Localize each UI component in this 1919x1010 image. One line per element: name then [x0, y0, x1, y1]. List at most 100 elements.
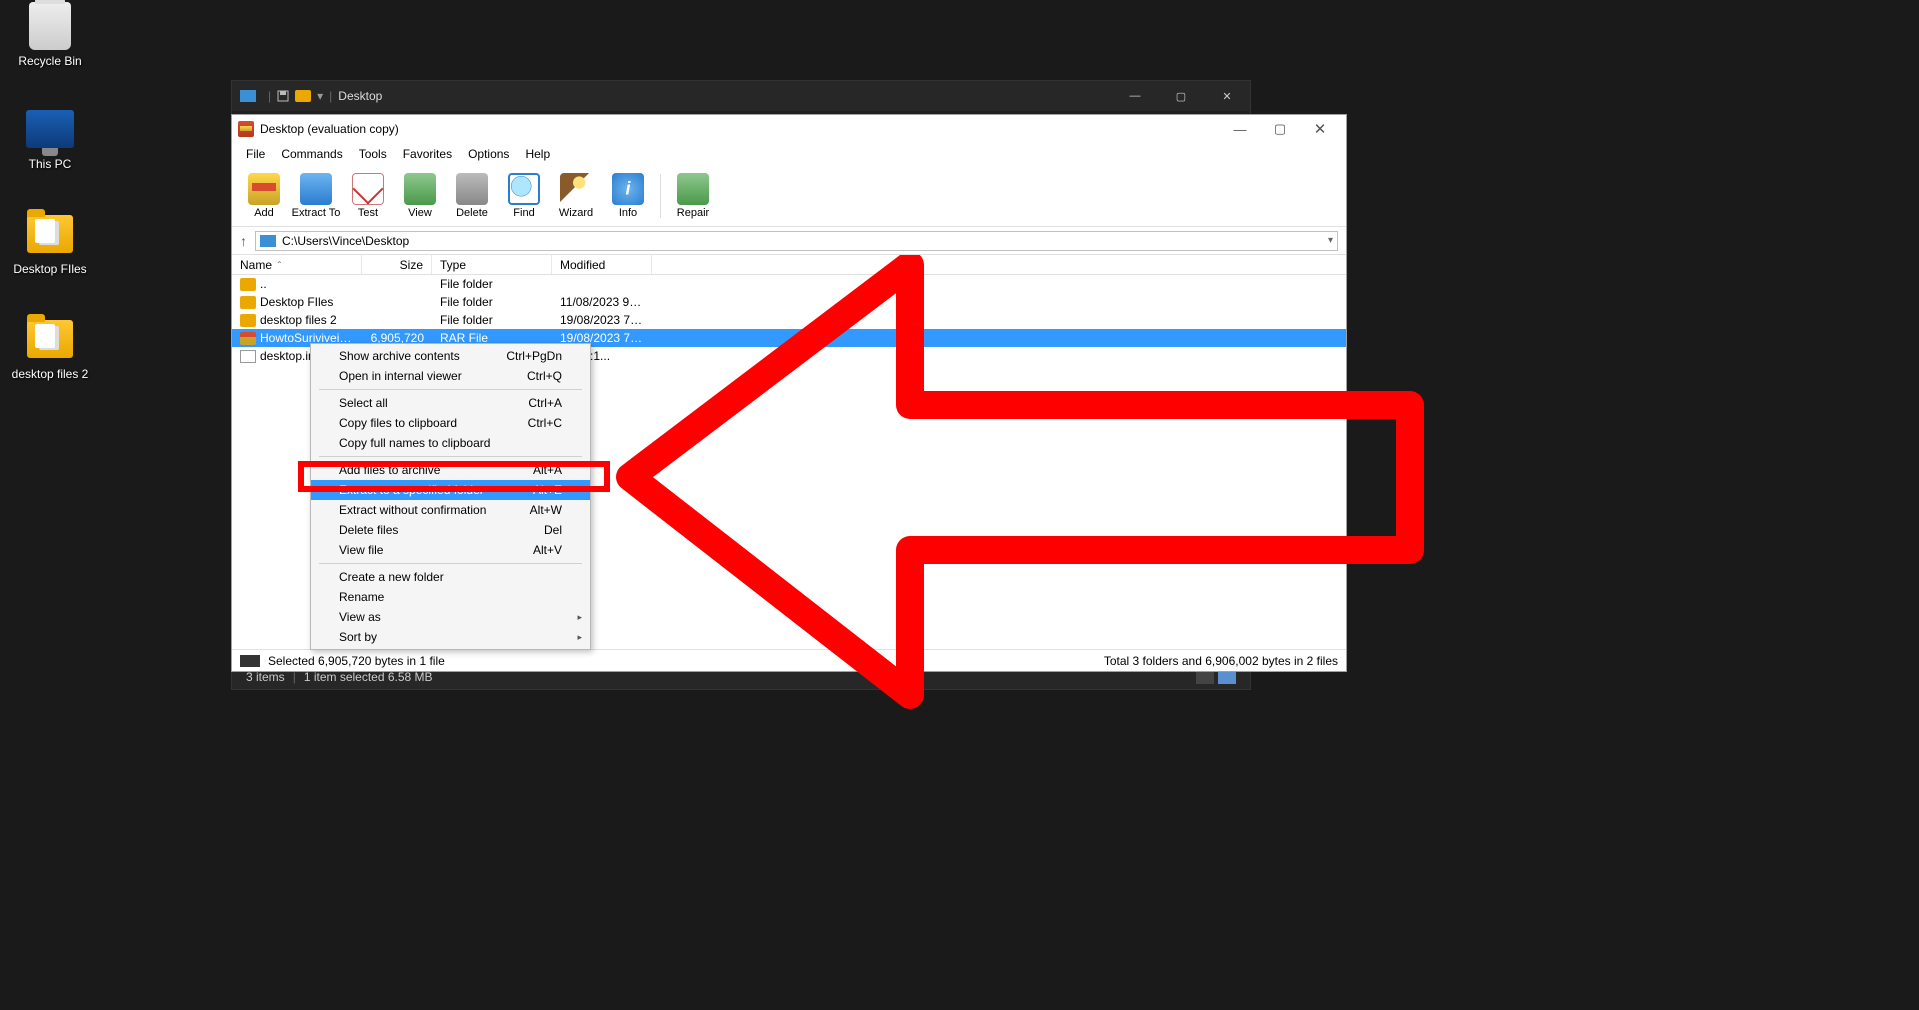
- bin-icon: [29, 2, 71, 50]
- menu-file[interactable]: File: [238, 145, 273, 163]
- folder-docs-icon: [27, 320, 73, 358]
- toolbar-repair-button[interactable]: Repair: [667, 167, 719, 225]
- toolbar-extract-to-button[interactable]: Extract To: [290, 167, 342, 225]
- menu-item-create-a-new-folder[interactable]: Create a new folder: [311, 567, 590, 587]
- view-details-button[interactable]: [1196, 670, 1214, 684]
- toolbar-test-button[interactable]: Test: [342, 167, 394, 225]
- add-icon: [248, 173, 280, 205]
- column-name[interactable]: Name ⌃: [232, 255, 362, 274]
- menu-separator: [319, 456, 582, 457]
- menu-help[interactable]: Help: [517, 145, 558, 163]
- menu-item-show-archive-contents[interactable]: Show archive contents Ctrl+PgDn: [311, 346, 590, 366]
- folder-icon: [295, 90, 311, 102]
- menu-item-shortcut: Ctrl+Q: [527, 369, 562, 383]
- status-item-count: 3 items: [246, 670, 285, 684]
- toolbar-info-button[interactable]: Info: [602, 167, 654, 225]
- menu-item-rename[interactable]: Rename: [311, 587, 590, 607]
- dropdown-caret-icon[interactable]: ▾: [317, 89, 323, 103]
- menu-item-shortcut: Ctrl+C: [528, 416, 562, 430]
- desktop-icon-label: Desktop FIles: [10, 262, 90, 276]
- addressbar: ↑ C:\Users\Vince\Desktop ▾: [232, 227, 1346, 255]
- toolbar-find-button[interactable]: Find: [498, 167, 550, 225]
- toolbar-view-button[interactable]: View: [394, 167, 446, 225]
- up-button[interactable]: ↑: [240, 233, 247, 249]
- menu-item-add-files-to-archive[interactable]: Add files to archiveAlt+A: [311, 460, 590, 480]
- folder-docs-icon: [27, 215, 73, 253]
- folder-icon: [240, 314, 256, 327]
- menu-item-copy-files-to-clipboard[interactable]: Copy files to clipboardCtrl+C: [311, 413, 590, 433]
- desktop-icon-label: Recycle Bin: [10, 54, 90, 68]
- menu-item-open-in-internal-viewer[interactable]: Open in internal viewerCtrl+Q: [311, 366, 590, 386]
- column-modified[interactable]: Modified: [552, 255, 652, 274]
- menu-tools[interactable]: Tools: [351, 145, 395, 163]
- path-dropdown-icon[interactable]: ▾: [1328, 235, 1333, 246]
- status-selection: 1 item selected 6.58 MB: [304, 670, 433, 684]
- toolbar-label: Info: [619, 207, 637, 219]
- view-icon: [404, 173, 436, 205]
- path-input[interactable]: C:\Users\Vince\Desktop ▾: [255, 231, 1338, 251]
- menu-favorites[interactable]: Favorites: [395, 145, 460, 163]
- menu-item-select-all[interactable]: Select allCtrl+A: [311, 393, 590, 413]
- menu-item-label: Show archive contents: [339, 349, 460, 363]
- minimize-button[interactable]: —: [1220, 115, 1260, 143]
- toolbar-label: Add: [254, 207, 274, 219]
- menu-item-shortcut: Alt+V: [533, 543, 562, 557]
- winrar-titlebar: Desktop (evaluation copy) — ▢ ✕: [232, 115, 1346, 143]
- menu-item-extract-to-a-specified-folder[interactable]: Extract to a specified folderAlt+E: [311, 480, 590, 500]
- cell-modified: 19/08/2023 7:0...: [552, 313, 652, 327]
- menu-item-sort-by[interactable]: Sort by ▸: [311, 627, 590, 647]
- column-size[interactable]: Size: [362, 255, 432, 274]
- explorer-titlebar: | ▾ | Desktop — ▢ ✕: [232, 81, 1250, 111]
- titlebar-separator: |: [268, 89, 271, 103]
- toolbar-wizard-button[interactable]: Wizard: [550, 167, 602, 225]
- desktop-icon-desktop-files-2[interactable]: desktop files 2: [10, 315, 90, 381]
- toolbar-label: Delete: [456, 207, 488, 219]
- maximize-button[interactable]: ▢: [1260, 115, 1300, 143]
- close-button[interactable]: ✕: [1204, 81, 1250, 111]
- menu-item-extract-without-confirmation[interactable]: Extract without confirmationAlt+W: [311, 500, 590, 520]
- wizard-icon: [560, 173, 592, 205]
- column-type[interactable]: Type: [432, 255, 552, 274]
- menu-options[interactable]: Options: [460, 145, 517, 163]
- cell-modified: 11/08/2023 9:5...: [552, 295, 652, 309]
- maximize-button[interactable]: ▢: [1158, 81, 1204, 111]
- desktop-icon-recycle-bin[interactable]: Recycle Bin: [10, 2, 90, 68]
- submenu-arrow-icon: ▸: [577, 632, 582, 643]
- list-header: Name ⌃ Size Type Modified: [232, 255, 1346, 275]
- file-row[interactable]: ..File folder: [232, 275, 1346, 293]
- menu-item-shortcut: Ctrl+PgDn: [506, 349, 562, 363]
- toolbar-add-button[interactable]: Add: [238, 167, 290, 225]
- desktop-icon-this-pc[interactable]: This PC: [10, 105, 90, 171]
- close-button[interactable]: ✕: [1300, 115, 1340, 143]
- explorer-pc-icon: [240, 90, 256, 102]
- minimize-button[interactable]: —: [1112, 81, 1158, 111]
- toolbar-delete-button[interactable]: Delete: [446, 167, 498, 225]
- menu-item-label: Add files to archive: [339, 463, 440, 477]
- toolbar-label: View: [408, 207, 432, 219]
- status-selected: Selected 6,905,720 bytes in 1 file: [268, 654, 445, 668]
- status-total: Total 3 folders and 6,906,002 bytes in 2…: [1104, 654, 1338, 668]
- cell-type: File folder: [432, 295, 552, 309]
- menu-item-view-file[interactable]: View fileAlt+V: [311, 540, 590, 560]
- winrar-title: Desktop (evaluation copy): [260, 122, 399, 136]
- menu-item-delete-files[interactable]: Delete filesDel: [311, 520, 590, 540]
- menu-item-copy-full-names-to-clipboard[interactable]: Copy full names to clipboard: [311, 433, 590, 453]
- menu-item-shortcut: Alt+W: [530, 503, 562, 517]
- view-large-icons-button[interactable]: [1218, 670, 1236, 684]
- save-icon[interactable]: [277, 90, 289, 102]
- winrar-statusbar: Selected 6,905,720 bytes in 1 file Total…: [232, 649, 1346, 671]
- delete-icon: [456, 173, 488, 205]
- extract-to-icon: [300, 173, 332, 205]
- toolbar-label: Test: [358, 207, 378, 219]
- folder-icon: [240, 296, 256, 309]
- info-icon: [612, 173, 644, 205]
- menu-item-view-as[interactable]: View as▸: [311, 607, 590, 627]
- menu-commands[interactable]: Commands: [273, 145, 350, 163]
- desktop-icon-desktop-files[interactable]: Desktop FIles: [10, 210, 90, 276]
- find-icon: [508, 173, 540, 205]
- menu-item-shortcut: Alt+E: [533, 483, 562, 497]
- menu-item-label: Sort by: [339, 630, 377, 644]
- file-row[interactable]: Desktop FIlesFile folder11/08/2023 9:5..…: [232, 293, 1346, 311]
- file-row[interactable]: desktop files 2File folder19/08/2023 7:0…: [232, 311, 1346, 329]
- pc-icon: [26, 110, 74, 148]
